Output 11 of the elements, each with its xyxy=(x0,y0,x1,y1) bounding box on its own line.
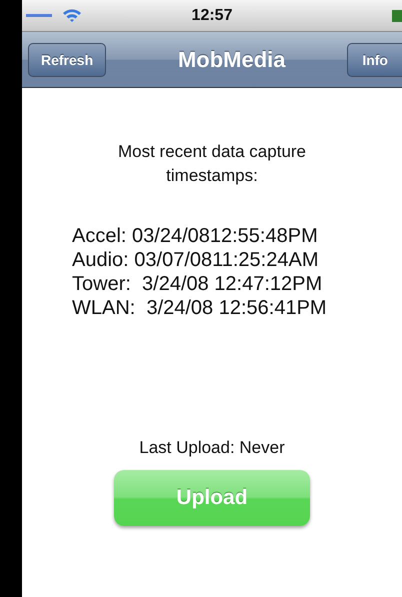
status-time: 12:57 xyxy=(192,6,232,24)
info-button[interactable]: Info xyxy=(347,42,402,76)
nav-title: MobMedia xyxy=(178,46,286,72)
last-upload-text: Last Upload: Never xyxy=(139,438,285,458)
refresh-button[interactable]: Refresh xyxy=(28,42,106,76)
timestamp-text: Accel: 03/24/0812:55:48PM xyxy=(72,224,319,248)
wifi-icon xyxy=(62,8,82,23)
timestamp-text: WLAN: 3/24/08 12:56:41PM xyxy=(72,296,327,320)
timestamp-text: Tower: 3/24/08 12:47:12PM xyxy=(72,272,324,296)
timestamp-text: Audio: 03/07/0811:25:24AM xyxy=(72,248,320,272)
heading-text: Most recent data capture timestamps: xyxy=(116,141,308,187)
